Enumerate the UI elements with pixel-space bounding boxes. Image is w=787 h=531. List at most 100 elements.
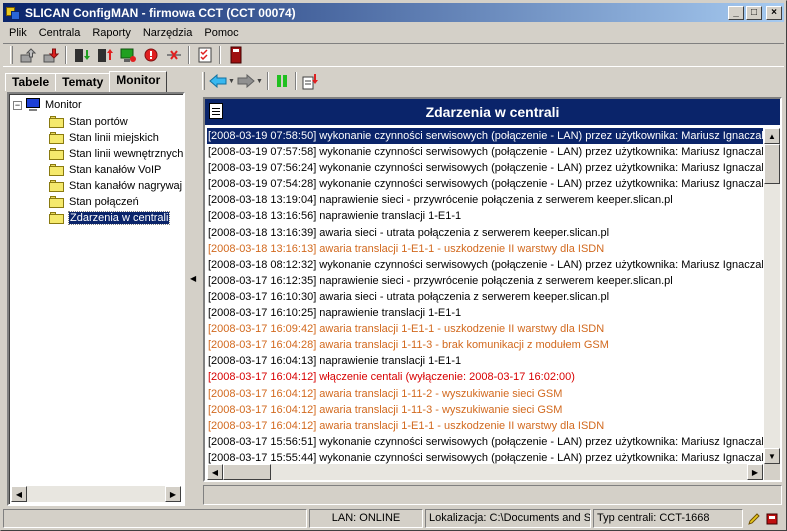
event-row[interactable]: [2008-03-17 16:04:13] naprawienie transl…	[207, 353, 763, 369]
tab-tematy[interactable]: Tematy	[55, 73, 111, 91]
status-location: Lokalizacja: C:\Documents and Se	[425, 509, 591, 528]
app-logo-icon	[5, 5, 21, 21]
scroll-right-icon[interactable]: ▶	[747, 464, 763, 480]
scroll-right-icon[interactable]: ▶	[165, 486, 181, 502]
tree-item-stan-kanalow-nagrywaj[interactable]: Stan kanałów nagrywaj	[49, 178, 182, 194]
event-row[interactable]: [2008-03-18 08:12:32] wykonanie czynnośc…	[207, 257, 763, 273]
event-row[interactable]: [2008-03-17 16:12:35] naprawienie sieci …	[207, 273, 763, 289]
scroll-thumb[interactable]	[223, 464, 271, 480]
collapse-left-icon[interactable]: ◀	[190, 274, 196, 283]
toolbar-separator	[65, 46, 67, 64]
scroll-thumb[interactable]	[764, 144, 780, 184]
maximize-button[interactable]: □	[746, 5, 762, 20]
download-icon[interactable]	[39, 44, 62, 66]
menu-centrala[interactable]: Centrala	[33, 27, 87, 39]
read-config-icon[interactable]	[70, 44, 93, 66]
folder-icon	[49, 196, 65, 208]
folder-icon	[49, 148, 65, 160]
scroll-left-icon[interactable]: ◀	[11, 486, 27, 502]
event-row[interactable]: [2008-03-17 16:04:12] włączenie centali …	[207, 369, 763, 385]
event-row[interactable]: [2008-03-18 13:16:13] awaria translacji …	[207, 241, 763, 257]
upload-icon[interactable]	[16, 44, 39, 66]
edit-icon[interactable]	[745, 509, 763, 528]
minimize-button[interactable]: _	[728, 5, 744, 20]
event-row[interactable]: [2008-03-17 15:55:44] wykonanie czynnośc…	[207, 450, 763, 464]
event-row[interactable]: [2008-03-19 07:57:58] wykonanie czynnośc…	[207, 144, 763, 160]
event-row[interactable]: [2008-03-17 16:10:25] naprawienie transl…	[207, 305, 763, 321]
tree-root[interactable]: − Monitor	[13, 97, 82, 113]
toolbar-separator	[219, 46, 221, 64]
close-button[interactable]: ×	[766, 5, 782, 20]
tree-item-stan-linii-wewnetrznych[interactable]: Stan linii wewnętrznych	[49, 146, 183, 162]
device-icon[interactable]	[224, 44, 247, 66]
tree-item-label: Stan kanałów nagrywaj	[69, 180, 183, 192]
tree-item-stan-kanalow-voip[interactable]: Stan kanałów VoIP	[49, 162, 161, 178]
event-row[interactable]: [2008-03-18 13:16:56] naprawienie transl…	[207, 208, 763, 224]
folder-icon	[49, 164, 65, 176]
menu-pomoc[interactable]: Pomoc	[198, 27, 244, 39]
tab-monitor[interactable]: Monitor	[109, 71, 168, 92]
events-vertical-scrollbar[interactable]: ▲ ▼	[764, 128, 780, 464]
event-row[interactable]: [2008-03-17 16:09:42] awaria translacji …	[207, 321, 763, 337]
back-dropdown-icon[interactable]: ▼	[228, 78, 236, 85]
event-row[interactable]: [2008-03-17 15:56:51] wykonanie czynnośc…	[207, 434, 763, 450]
tree-horizontal-scrollbar[interactable]: ◀ ▶	[11, 486, 181, 502]
document-icon	[209, 103, 223, 119]
forward-arrow-icon[interactable]	[236, 71, 256, 91]
event-row[interactable]: [2008-03-19 07:58:50] wykonanie czynnośc…	[207, 128, 763, 145]
event-row[interactable]: [2008-03-18 13:19:04] naprawienie sieci …	[207, 192, 763, 208]
scroll-up-icon[interactable]: ▲	[764, 128, 780, 144]
scroll-down-icon[interactable]: ▼	[764, 448, 780, 464]
connect-icon[interactable]	[116, 44, 139, 66]
tree-item-stan-linii-miejskich[interactable]: Stan linii miejskich	[49, 130, 159, 146]
event-row[interactable]: [2008-03-17 16:04:28] awaria translacji …	[207, 337, 763, 353]
status-bar: LAN: ONLINE Lokalizacja: C:\Documents an…	[3, 509, 784, 529]
main-toolbar	[3, 43, 784, 67]
menu-raporty[interactable]: Raporty	[86, 27, 137, 39]
events-list[interactable]: [2008-03-19 07:58:50] wykonanie czynnośc…	[207, 128, 763, 464]
details-panel	[203, 485, 782, 505]
device-status-icon	[763, 509, 781, 528]
event-row[interactable]: [2008-03-17 16:04:12] awaria translacji …	[207, 402, 763, 418]
tree-item-stan-portow[interactable]: Stan portów	[49, 114, 128, 130]
write-config-icon[interactable]	[93, 44, 116, 66]
disconnect-icon[interactable]	[162, 44, 185, 66]
tree-item-label: Stan linii wewnętrznych	[69, 148, 184, 160]
checklist-icon[interactable]	[193, 44, 216, 66]
folder-icon	[49, 180, 65, 192]
menu-bar: Plik Centrala Raporty Narzędzia Pomoc	[3, 23, 784, 42]
stop-icon[interactable]	[139, 44, 162, 66]
events-header: Zdarzenia w centrali	[205, 99, 780, 125]
tree-item-label: Zdarzenia w centrali	[67, 211, 171, 225]
export-icon[interactable]	[300, 71, 320, 91]
toolbar-separator	[188, 46, 190, 64]
scroll-left-icon[interactable]: ◀	[207, 464, 223, 480]
pause-icon[interactable]	[272, 71, 292, 91]
scroll-corner	[764, 464, 780, 480]
toolbar-grip[interactable]	[202, 72, 205, 90]
event-row[interactable]: [2008-03-18 13:16:39] awaria sieci - utr…	[207, 225, 763, 241]
menu-narzedzia[interactable]: Narzędzia	[137, 27, 199, 39]
open-folder-icon	[49, 212, 65, 224]
collapse-icon[interactable]: −	[13, 100, 22, 110]
back-arrow-icon[interactable]	[208, 71, 228, 91]
menu-plik[interactable]: Plik	[3, 27, 33, 39]
monitor-tree[interactable]: − Monitor Stan portów Stan linii miejski…	[7, 92, 185, 506]
tab-tabele[interactable]: Tabele	[5, 73, 57, 91]
event-row[interactable]: [2008-03-17 16:04:12] awaria translacji …	[207, 386, 763, 402]
event-row[interactable]: [2008-03-19 07:54:28] wykonanie czynnośc…	[207, 176, 763, 192]
panel-splitter[interactable]: ◀	[187, 71, 199, 507]
title-bar[interactable]: SLICAN ConfigMAN - firmowa CCT (CCT 0007…	[3, 3, 784, 22]
tree-item-zdarzenia-w-centrali[interactable]: Zdarzenia w centrali	[49, 210, 171, 226]
window-title: SLICAN ConfigMAN - firmowa CCT (CCT 0007…	[25, 5, 296, 20]
status-device-type: Typ centrali: CCT-1668	[593, 509, 743, 528]
tree-root-label: Monitor	[45, 99, 82, 111]
event-row[interactable]: [2008-03-19 07:56:24] wykonanie czynnośc…	[207, 160, 763, 176]
event-row[interactable]: [2008-03-17 16:10:30] awaria sieci - utr…	[207, 289, 763, 305]
event-row[interactable]: [2008-03-17 16:04:12] awaria translacji …	[207, 418, 763, 434]
tree-item-stan-polaczen[interactable]: Stan połączeń	[49, 194, 139, 210]
toolbar-grip[interactable]	[10, 46, 13, 64]
events-horizontal-scrollbar[interactable]: ◀ ▶	[207, 464, 763, 480]
forward-dropdown-icon[interactable]: ▼	[256, 78, 264, 85]
toolbar-separator	[295, 72, 297, 90]
